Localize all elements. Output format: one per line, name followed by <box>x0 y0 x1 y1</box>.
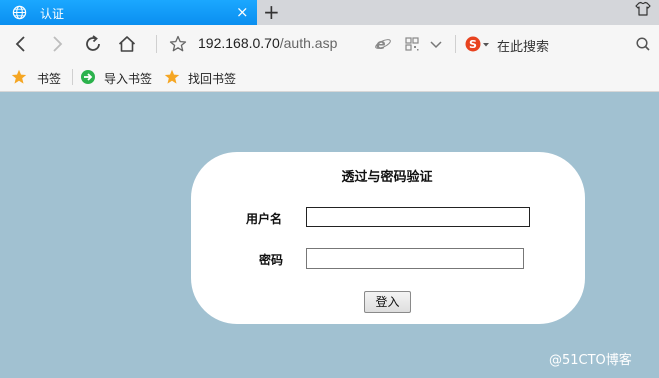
new-tab-button[interactable]: + <box>263 0 280 24</box>
login-button[interactable]: 登入 <box>364 291 411 313</box>
bookmark-label: 找回书签 <box>188 72 237 86</box>
bookmark-label: 导入书签 <box>104 72 153 86</box>
refresh-icon[interactable] <box>83 34 103 54</box>
home-icon[interactable] <box>117 34 137 54</box>
toolbar-divider <box>455 35 456 53</box>
qr-code-icon[interactable] <box>402 34 422 54</box>
search-icon[interactable] <box>633 34 653 54</box>
navigation-bar: 192.168.0.70/auth.asp e S 在此搜索 <box>0 25 659 63</box>
star-icon <box>11 69 27 84</box>
svg-text:e: e <box>376 37 386 53</box>
favorite-star-icon[interactable] <box>168 34 188 54</box>
login-title: 透过与密码验证 <box>191 166 585 185</box>
address-bar[interactable]: 192.168.0.70/auth.asp <box>198 35 337 51</box>
watermark: @51CTO博客 <box>549 353 632 368</box>
bookmarks-bar: 书签 导入书签 找回书签 <box>0 63 659 92</box>
bookmark-item-import[interactable]: 导入书签 <box>80 69 155 86</box>
url-host: 192.168.0.70 <box>198 35 280 51</box>
tab-close-button[interactable]: × <box>236 3 249 21</box>
url-path: /auth.asp <box>279 35 338 51</box>
globe-icon <box>12 5 27 20</box>
login-title-text: 透过与密码验证 <box>341 170 433 185</box>
bookmark-divider <box>72 69 73 85</box>
password-input[interactable] <box>306 248 524 269</box>
tab-title: 认证 <box>40 7 65 21</box>
ie-mode-icon[interactable]: e <box>373 34 393 54</box>
username-input[interactable] <box>306 207 530 227</box>
svg-text:S: S <box>469 38 477 51</box>
tab-active[interactable]: 认证 × <box>0 0 257 25</box>
star-icon <box>164 69 180 84</box>
username-label: 用户名 <box>246 212 283 226</box>
back-icon[interactable] <box>11 34 31 54</box>
password-label: 密码 <box>259 253 284 267</box>
toolbar-divider <box>156 35 157 53</box>
import-icon <box>81 70 95 84</box>
bookmark-label: 书签 <box>37 72 62 86</box>
skin-icon[interactable] <box>635 1 651 17</box>
login-card: 透过与密码验证 用户名 密码 登入 <box>191 152 585 324</box>
bookmark-item-bookmarks[interactable]: 书签 <box>11 69 66 86</box>
bookmark-item-recover[interactable]: 找回书签 <box>164 69 239 86</box>
search-input[interactable]: 在此搜索 <box>497 36 549 55</box>
chevron-down-icon[interactable] <box>426 34 446 54</box>
tab-strip: 认证 × + <box>0 0 659 25</box>
forward-icon[interactable] <box>47 34 67 54</box>
